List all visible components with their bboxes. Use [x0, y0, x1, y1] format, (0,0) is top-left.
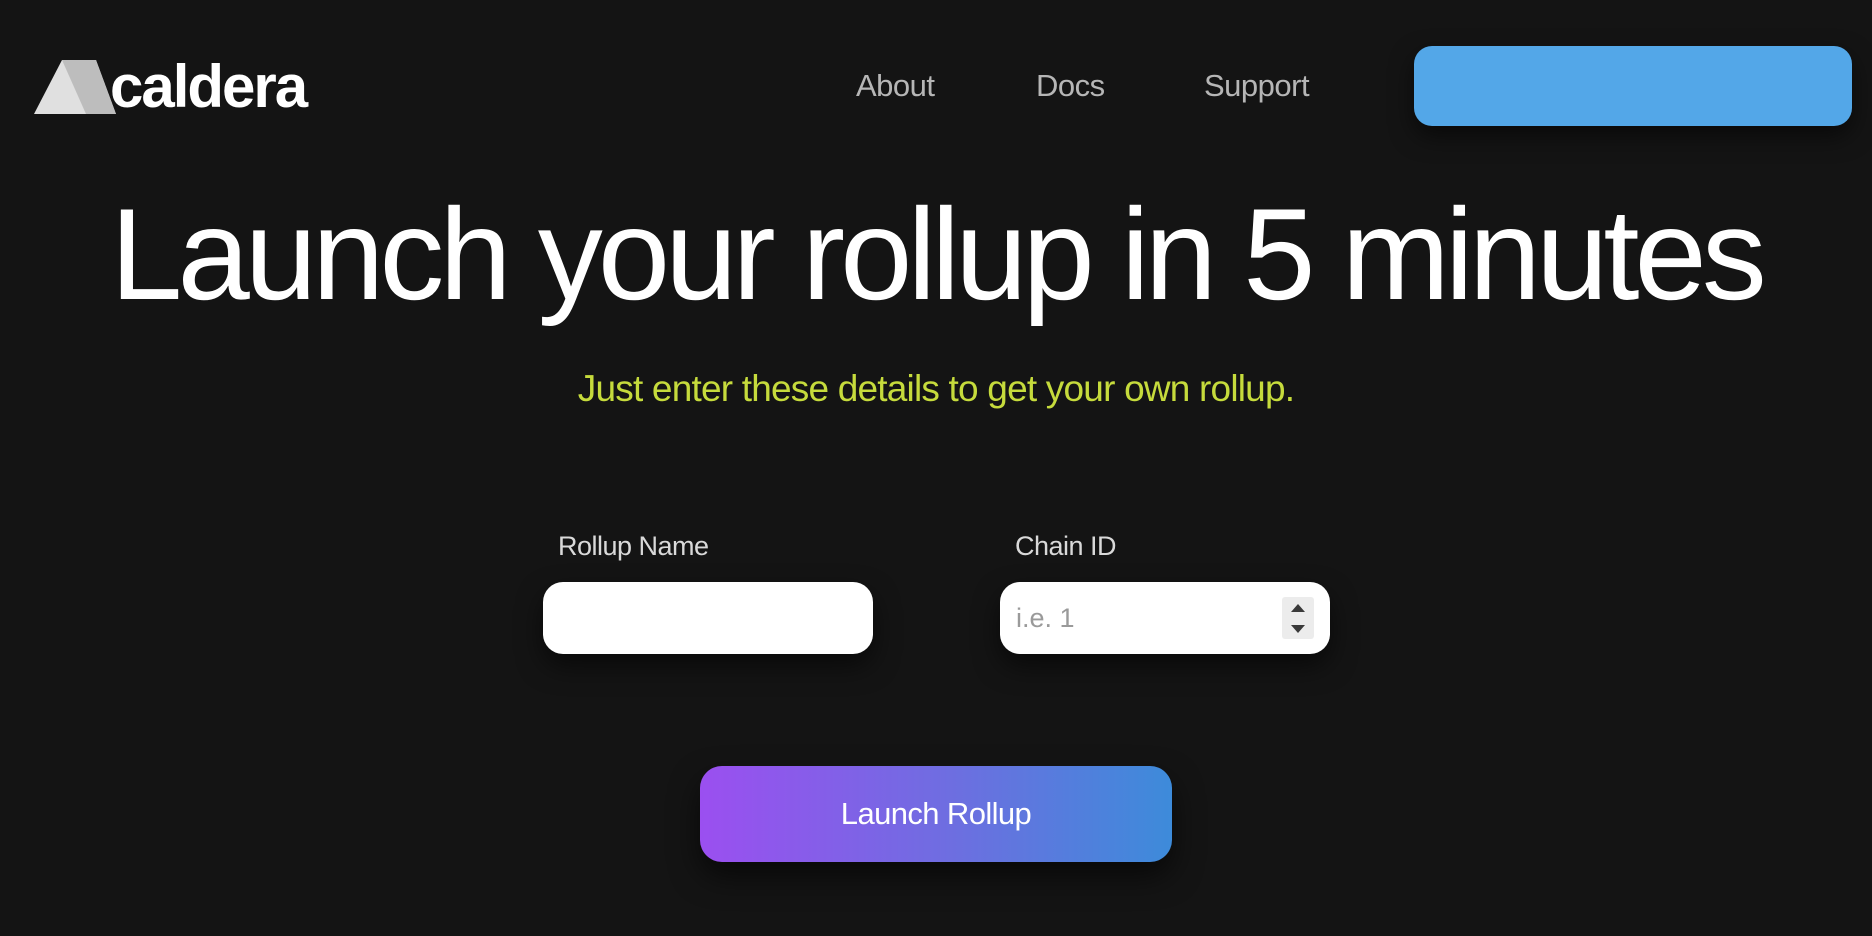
hero-subtitle: Just enter these details to get your own… [577, 368, 1295, 409]
connect-button[interactable] [1414, 46, 1852, 126]
hero-title: Launch your rollup in 5 minutes [110, 181, 1767, 327]
chain-id-label: Chain ID [1015, 531, 1117, 561]
chevron-down-icon[interactable] [1291, 624, 1305, 633]
chevron-up-icon[interactable] [1291, 603, 1305, 612]
nav-docs-link[interactable]: Docs [1036, 66, 1105, 106]
nav-support-link[interactable]: Support [1204, 66, 1310, 106]
logo-text: caldera [110, 53, 308, 120]
nav-about-link[interactable]: About [856, 66, 935, 106]
rollup-name-input[interactable] [543, 582, 873, 654]
caldera-mountain-icon [34, 60, 116, 114]
chain-id-input[interactable] [1000, 582, 1330, 654]
rollup-name-label: Rollup Name [558, 531, 709, 561]
chain-id-stepper[interactable] [1282, 597, 1314, 639]
launch-rollup-button[interactable]: Launch Rollup [700, 766, 1172, 862]
page: caldera About Docs Support Launch your r… [0, 0, 1872, 936]
caldera-logo[interactable]: caldera [34, 53, 308, 120]
